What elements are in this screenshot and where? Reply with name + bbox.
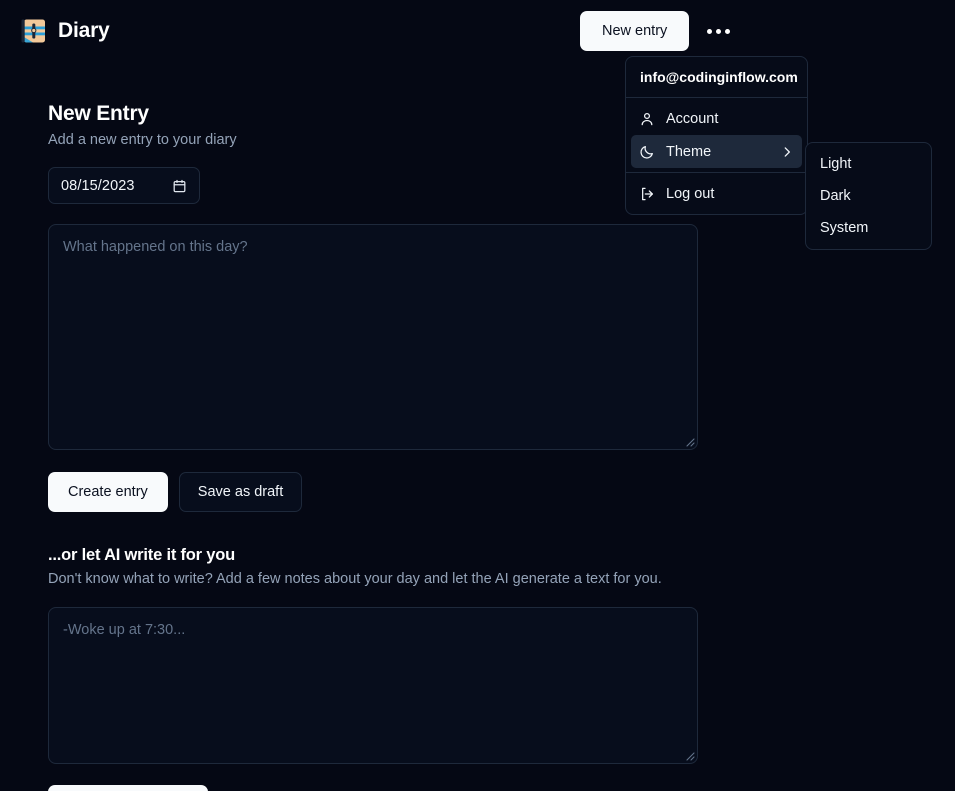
logout-icon <box>642 187 653 200</box>
ellipsis-icon[interactable] <box>697 11 739 51</box>
chevron-right-icon <box>784 146 790 157</box>
dot <box>706 28 712 34</box>
theme-submenu: Light Dark System <box>805 142 932 250</box>
header-actions: New entry <box>580 11 739 51</box>
brand[interactable]: Diary <box>20 17 110 45</box>
user-icon <box>641 112 653 125</box>
app-header: Diary New entry <box>0 0 955 62</box>
dot <box>715 28 721 34</box>
notebook-icon <box>21 19 45 43</box>
entry-action-buttons: Create entry Save as draft <box>48 472 955 512</box>
create-entry-button[interactable]: Create entry <box>48 472 168 512</box>
menu-item-label: Theme <box>666 143 712 160</box>
entry-textarea-placeholder: What happened on this day? <box>63 239 248 255</box>
theme-option-dark[interactable]: Dark <box>811 180 926 212</box>
save-as-draft-button[interactable]: Save as draft <box>178 472 303 512</box>
menu-divider <box>626 172 807 173</box>
date-input-value: 08/15/2023 <box>61 177 135 194</box>
menu-item-label: Account <box>666 110 719 127</box>
date-input[interactable]: 08/15/2023 <box>48 167 200 204</box>
theme-option-system[interactable]: System <box>811 212 926 244</box>
new-entry-button[interactable]: New entry <box>580 11 690 51</box>
user-dropdown-menu: info@codinginflow.com Account Theme Log … <box>625 56 808 215</box>
generate-text-button[interactable]: Generate text <box>48 785 208 791</box>
moon-icon <box>640 145 653 159</box>
dot <box>724 28 730 34</box>
entry-textarea[interactable]: What happened on this day? <box>48 224 698 450</box>
menu-item-label: Log out <box>666 185 715 202</box>
menu-item-theme[interactable]: Theme <box>631 135 802 168</box>
ai-section-subtitle: Don't know what to write? Add a few note… <box>48 571 662 587</box>
ai-notes-placeholder: -Woke up at 7:30... <box>63 622 186 638</box>
ai-notes-textarea[interactable]: -Woke up at 7:30... <box>48 607 698 764</box>
resize-handle[interactable] <box>681 433 695 447</box>
menu-list: Account Theme Log out <box>626 98 807 214</box>
calendar-icon[interactable] <box>172 178 187 194</box>
page-title: New Entry <box>48 102 149 125</box>
menu-item-account[interactable]: Account <box>631 102 802 135</box>
menu-user-email: info@codinginflow.com <box>640 69 798 85</box>
menu-item-log-out[interactable]: Log out <box>631 177 802 210</box>
brand-title: Diary <box>58 19 110 42</box>
theme-option-light[interactable]: Light <box>811 148 926 180</box>
resize-handle[interactable] <box>681 747 695 761</box>
ai-section-title: ...or let AI write it for you <box>48 546 236 564</box>
